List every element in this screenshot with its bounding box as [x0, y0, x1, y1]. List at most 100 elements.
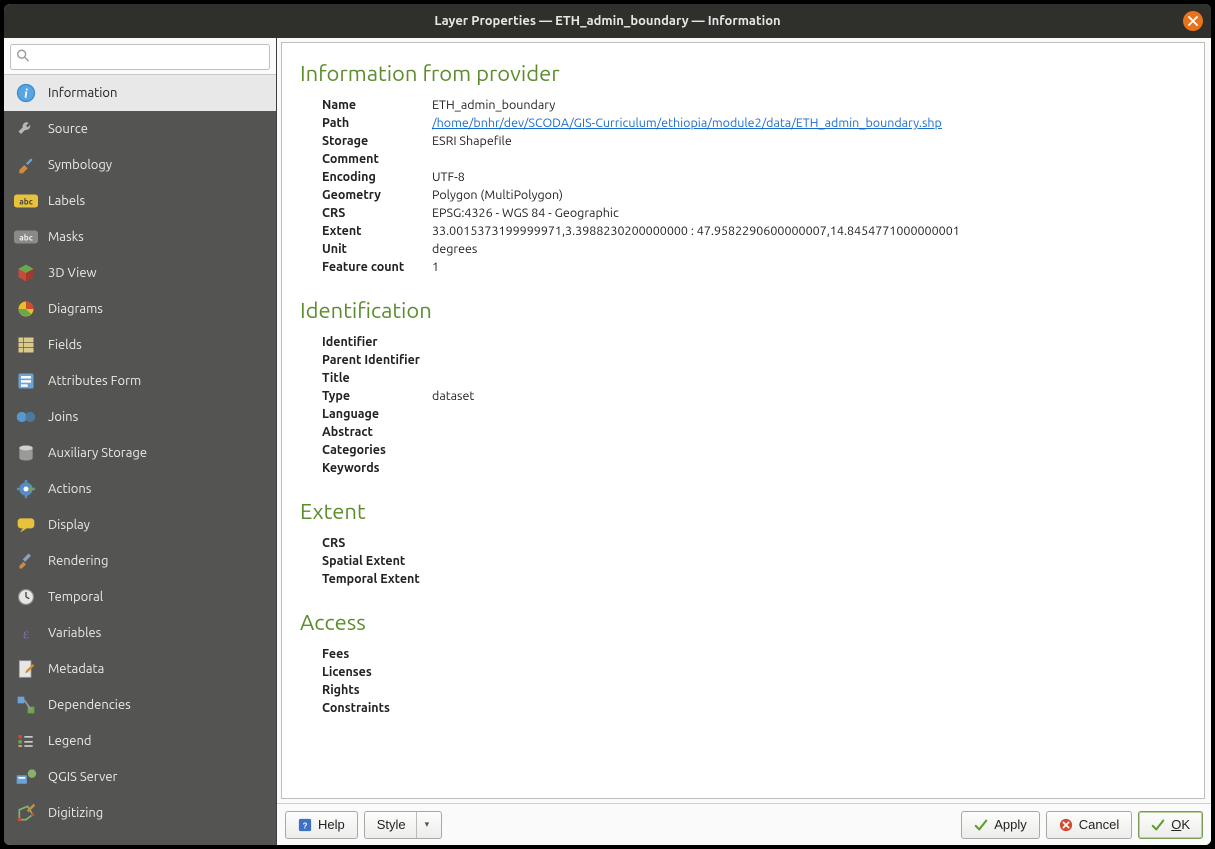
sidebar-item-label: Legend	[48, 734, 91, 748]
kv-key: Keywords	[322, 459, 432, 477]
kv-key: Language	[322, 405, 432, 423]
sidebar-item-variables[interactable]: εVariables	[4, 615, 276, 651]
sidebar-item-source[interactable]: Source	[4, 111, 276, 147]
kv-key: Temporal Extent	[322, 570, 432, 588]
sidebar-item-label: Labels	[48, 194, 85, 208]
wrench-icon	[14, 117, 38, 141]
check-icon	[974, 818, 988, 832]
apply-button[interactable]: Apply	[961, 811, 1040, 839]
kv-row: NameETH_admin_boundary	[322, 96, 1186, 114]
kv-row: CRSEPSG:4326 - WGS 84 - Geographic	[322, 204, 1186, 222]
kv-row: Unitdegrees	[322, 240, 1186, 258]
kv-row: Title	[322, 369, 1186, 387]
ok-button[interactable]: OK	[1138, 811, 1203, 839]
sidebar-item-legend[interactable]: Legend	[4, 723, 276, 759]
section-heading-provider: Information from provider	[300, 61, 1186, 86]
sidebar-item-3dview[interactable]: 3D View	[4, 255, 276, 291]
clock-icon	[14, 585, 38, 609]
dialog-body: iInformationSourceSymbologyabcLabelsabcM…	[4, 38, 1211, 845]
kv-row: Spatial Extent	[322, 552, 1186, 570]
cancel-button-label: Cancel	[1079, 817, 1119, 832]
kv-value: /home/bnhr/dev/SCODA/GIS-Curriculum/ethi…	[432, 114, 942, 132]
style-button[interactable]: Style ▾	[364, 811, 442, 839]
sidebar-item-information[interactable]: i Information	[4, 75, 276, 111]
server-icon	[14, 765, 38, 789]
svg-text:ε: ε	[23, 626, 29, 642]
kv-row: Abstract	[322, 423, 1186, 441]
section-heading-access: Access	[300, 610, 1186, 635]
document-edit-icon	[14, 657, 38, 681]
kv-value: UTF-8	[432, 168, 465, 186]
kv-value: ETH_admin_boundary	[432, 96, 555, 114]
kv-value: 33.0015373199999971,3.3988230200000000 :…	[432, 222, 960, 240]
kv-key: Identifier	[322, 333, 432, 351]
sidebar-item-dependencies[interactable]: Dependencies	[4, 687, 276, 723]
sidebar-item-display[interactable]: Display	[4, 507, 276, 543]
tooltip-icon	[14, 513, 38, 537]
content-inner: Information from provider NameETH_admin_…	[282, 43, 1204, 763]
legend-icon	[14, 729, 38, 753]
kv-row: Comment	[322, 150, 1186, 168]
sidebar-item-joins[interactable]: Joins	[4, 399, 276, 435]
sidebar-item-masks[interactable]: abcMasks	[4, 219, 276, 255]
sidebar-search-wrap	[4, 38, 276, 75]
sidebar-item-fields[interactable]: Fields	[4, 327, 276, 363]
sidebar-item-auxstorage[interactable]: Auxiliary Storage	[4, 435, 276, 471]
kv-key: Feature count	[322, 258, 432, 276]
sidebar-item-label: Actions	[48, 482, 91, 496]
sidebar-search-input[interactable]	[10, 44, 270, 70]
provider-table: NameETH_admin_boundaryPath/home/bnhr/dev…	[322, 96, 1186, 276]
kv-key: Parent Identifier	[322, 351, 432, 369]
sidebar-item-digitizing[interactable]: Digitizing	[4, 795, 276, 831]
cube-icon	[14, 261, 38, 285]
kv-row: Categories	[322, 441, 1186, 459]
sidebar-item-labels[interactable]: abc Labels	[4, 183, 276, 219]
window-close-button[interactable]	[1183, 11, 1203, 31]
sidebar-item-qgisserver[interactable]: QGIS Server	[4, 759, 276, 795]
kv-key: Fees	[322, 645, 432, 663]
svg-text:abc: abc	[19, 197, 33, 207]
sidebar-item-metadata[interactable]: Metadata	[4, 651, 276, 687]
cancel-icon	[1059, 818, 1073, 832]
kv-row: Fees	[322, 645, 1186, 663]
extent-table: CRSSpatial ExtentTemporal Extent	[322, 534, 1186, 588]
kv-row: Typedataset	[322, 387, 1186, 405]
label-abc-icon: abc	[14, 189, 38, 213]
titlebar: Layer Properties — ETH_admin_boundary — …	[4, 4, 1211, 38]
sidebar-item-label: Information	[48, 86, 117, 100]
sidebar-item-label: Metadata	[48, 662, 104, 676]
kv-row: EncodingUTF-8	[322, 168, 1186, 186]
section-heading-extent: Extent	[300, 499, 1186, 524]
kv-value: dataset	[432, 387, 474, 405]
svg-text:abc: abc	[19, 233, 33, 243]
sidebar-item-actions[interactable]: Actions	[4, 471, 276, 507]
help-button[interactable]: ? Help	[285, 811, 358, 839]
sidebar-item-diagrams[interactable]: Diagrams	[4, 291, 276, 327]
kv-key: Licenses	[322, 663, 432, 681]
path-link[interactable]: /home/bnhr/dev/SCODA/GIS-Curriculum/ethi…	[432, 116, 942, 130]
kv-value: Polygon (MultiPolygon)	[432, 186, 563, 204]
kv-key: Encoding	[322, 168, 432, 186]
svg-text:?: ?	[303, 821, 308, 830]
brush-icon	[14, 549, 38, 573]
sidebar-item-attributesform[interactable]: Attributes Form	[4, 363, 276, 399]
sidebar-item-symbology[interactable]: Symbology	[4, 147, 276, 183]
ok-icon	[1151, 818, 1165, 832]
sidebar-item-label: Rendering	[48, 554, 108, 568]
sidebar-item-temporal[interactable]: Temporal	[4, 579, 276, 615]
kv-row: Keywords	[322, 459, 1186, 477]
kv-key: Storage	[322, 132, 432, 150]
kv-row: Extent33.0015373199999971,3.398823020000…	[322, 222, 1186, 240]
content-scroll[interactable]: Information from provider NameETH_admin_…	[281, 42, 1205, 799]
sidebar-item-label: Diagrams	[48, 302, 103, 316]
info-circle-icon: i	[14, 81, 38, 105]
kv-value: ESRI Shapefile	[432, 132, 512, 150]
sidebar-item-label: Temporal	[48, 590, 103, 604]
cancel-button[interactable]: Cancel	[1046, 811, 1132, 839]
sidebar-nav: iInformationSourceSymbologyabcLabelsabcM…	[4, 75, 276, 845]
sidebar: iInformationSourceSymbologyabcLabelsabcM…	[4, 38, 277, 845]
sidebar-item-rendering[interactable]: Rendering	[4, 543, 276, 579]
layer-properties-window: Layer Properties — ETH_admin_boundary — …	[4, 4, 1211, 845]
dependencies-icon	[14, 693, 38, 717]
button-bar: ? Help Style ▾ Apply Cancel	[277, 803, 1211, 845]
